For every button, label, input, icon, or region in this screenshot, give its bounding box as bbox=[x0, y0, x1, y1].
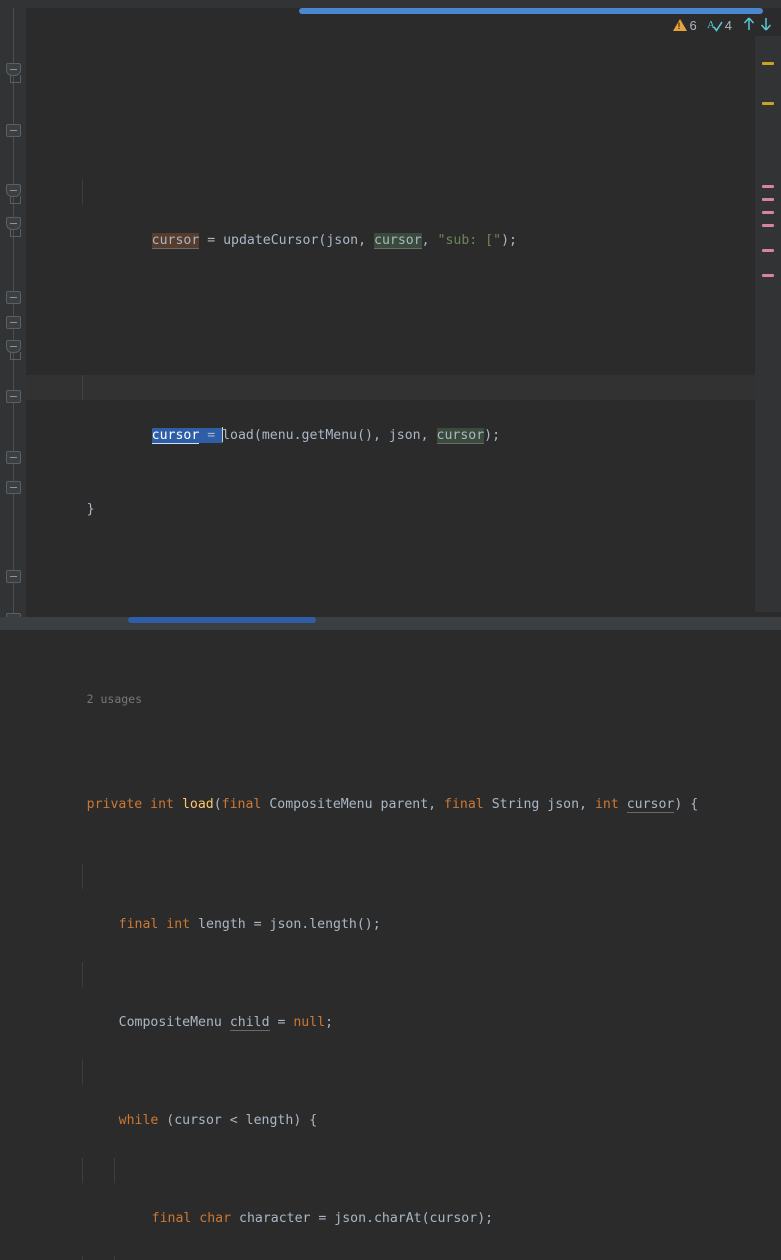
code-line[interactable] bbox=[26, 277, 781, 302]
spellcheck-icon[interactable]: A bbox=[707, 18, 723, 33]
code-line[interactable]: private int load(final CompositeMenu par… bbox=[26, 763, 781, 813]
warning-count: 6 bbox=[689, 17, 697, 33]
arrow-down-icon[interactable] bbox=[759, 16, 773, 35]
code-line[interactable] bbox=[26, 571, 781, 596]
stripe-mark-typo[interactable] bbox=[762, 198, 774, 201]
token-cursor: cursor bbox=[374, 232, 422, 249]
horizontal-scrollbar-track[interactable] bbox=[0, 617, 781, 630]
code-line[interactable] bbox=[26, 98, 781, 106]
error-stripe[interactable] bbox=[755, 36, 781, 612]
code-line[interactable]: cursor = updateCursor(json, cursor, "sub… bbox=[26, 179, 781, 249]
method-name: load bbox=[181, 796, 214, 812]
warning-triangle-icon[interactable] bbox=[672, 19, 687, 31]
svg-text:A: A bbox=[707, 19, 715, 31]
code-line[interactable]: final char character = json.charAt(curso… bbox=[26, 1158, 781, 1226]
inspection-widget[interactable]: 6 A 4 bbox=[672, 14, 773, 36]
fold-marker[interactable] bbox=[6, 316, 21, 329]
code-content[interactable]: cursor = updateCursor(json, cursor, "sub… bbox=[26, 0, 781, 1260]
fold-marker[interactable] bbox=[6, 340, 21, 353]
code-line[interactable]: } bbox=[26, 473, 781, 517]
fold-marker[interactable] bbox=[6, 570, 21, 583]
fold-marker[interactable] bbox=[6, 184, 21, 197]
code-line-current[interactable]: cursor = load(menu.getMenu(), json, curs… bbox=[26, 375, 781, 444]
stripe-mark-warning[interactable] bbox=[762, 62, 774, 65]
spellcheck-count: 4 bbox=[724, 17, 732, 33]
token-cursor: cursor bbox=[151, 428, 200, 444]
code-line[interactable]: final int length = json.length(); bbox=[26, 864, 781, 932]
fold-marker[interactable] bbox=[6, 291, 21, 304]
code-line[interactable]: 2 usages bbox=[26, 669, 781, 706]
code-line[interactable]: while (cursor < length) { bbox=[26, 1060, 781, 1128]
fold-marker[interactable] bbox=[6, 63, 21, 76]
arrow-up-icon[interactable] bbox=[742, 16, 756, 35]
fold-marker[interactable] bbox=[6, 481, 21, 494]
fold-marker[interactable] bbox=[6, 390, 21, 403]
usages-hint[interactable]: 2 usages bbox=[87, 692, 142, 706]
stripe-mark-typo[interactable] bbox=[762, 185, 774, 188]
fold-marker[interactable] bbox=[6, 451, 21, 464]
fold-marker[interactable] bbox=[6, 217, 21, 230]
stripe-mark-typo[interactable] bbox=[762, 249, 774, 252]
code-line[interactable]: if (character == '{') { bbox=[26, 1256, 781, 1260]
token-cursor: cursor bbox=[626, 796, 675, 813]
stripe-mark-typo[interactable] bbox=[762, 211, 774, 214]
stripe-mark-warning[interactable] bbox=[762, 102, 774, 105]
code-editor[interactable]: cursor = updateCursor(json, cursor, "sub… bbox=[0, 0, 781, 1260]
code-line[interactable]: CompositeMenu child = null; bbox=[26, 962, 781, 1031]
token-cursor: cursor bbox=[151, 232, 200, 249]
gutter-vertical-line bbox=[13, 0, 14, 630]
horizontal-scrollbar-thumb[interactable] bbox=[128, 617, 316, 623]
stripe-mark-typo[interactable] bbox=[762, 224, 774, 227]
editor-gutter[interactable] bbox=[0, 0, 26, 630]
editor-top-strip bbox=[0, 0, 781, 8]
token-cursor: cursor bbox=[436, 428, 485, 444]
token-child: child bbox=[229, 1015, 270, 1031]
fold-marker[interactable] bbox=[6, 124, 21, 137]
stripe-mark-typo[interactable] bbox=[762, 274, 774, 277]
